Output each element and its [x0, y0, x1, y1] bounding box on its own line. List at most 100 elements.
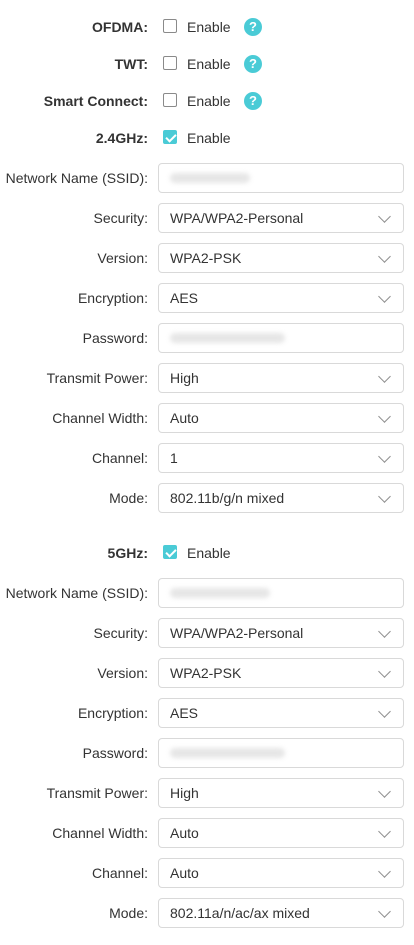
band5-enable-label[interactable]: Enable: [187, 538, 231, 568]
band5-channel-row: Channel: Auto: [0, 858, 414, 888]
band24-password-redacted: [170, 333, 285, 343]
band24-enable-row: 2.4GHz: Enable: [0, 123, 414, 153]
band24-password-row: Password:: [0, 323, 414, 353]
band5-version-label: Version:: [97, 665, 148, 681]
band24-power-label: Transmit Power:: [46, 370, 148, 386]
band5-power-select[interactable]: High: [158, 778, 404, 808]
band24-encryption-value: AES: [170, 290, 199, 306]
band5-ssid-label: Network Name (SSID):: [5, 585, 148, 601]
band5-security-row: Security: WPA/WPA2-Personal: [0, 618, 414, 648]
smart-connect-enable-label[interactable]: Enable: [187, 86, 231, 116]
band5-ssid-row: Network Name (SSID):: [0, 578, 414, 608]
band24-encryption-select[interactable]: AES: [158, 283, 404, 313]
band5-mode-select[interactable]: 802.11a/n/ac/ax mixed: [158, 898, 404, 928]
band5-channel-label: Channel:: [91, 865, 148, 881]
band24-mode-row: Mode: 802.11b/g/n mixed: [0, 483, 414, 513]
band5-password-row: Password:: [0, 738, 414, 768]
chevron-down-icon: [378, 250, 391, 263]
band24-version-select[interactable]: WPA2-PSK: [158, 243, 404, 273]
band24-ssid-input[interactable]: [158, 163, 404, 193]
band24-channel-row: Channel: 1: [0, 443, 414, 473]
band24-mode-select[interactable]: 802.11b/g/n mixed: [158, 483, 404, 513]
chevron-down-icon: [378, 905, 391, 918]
band24-security-label: Security:: [93, 210, 148, 226]
band5-password-redacted: [170, 748, 285, 758]
band24-ssid-redacted: [170, 173, 250, 183]
twt-label: TWT:: [114, 56, 148, 72]
band24-security-select[interactable]: WPA/WPA2-Personal: [158, 203, 404, 233]
band24-ssid-label: Network Name (SSID):: [5, 170, 148, 186]
smart-connect-checkbox[interactable]: [163, 93, 177, 107]
band5-ssid-redacted: [170, 588, 270, 598]
band5-mode-value: 802.11a/n/ac/ax mixed: [170, 905, 310, 921]
band24-security-row: Security: WPA/WPA2-Personal: [0, 203, 414, 233]
chevron-down-icon: [378, 625, 391, 638]
chevron-down-icon: [378, 410, 391, 423]
band24-power-value: High: [170, 370, 199, 386]
twt-enable-label[interactable]: Enable: [187, 49, 231, 79]
band24-power-select[interactable]: High: [158, 363, 404, 393]
chevron-down-icon: [378, 865, 391, 878]
band24-width-value: Auto: [170, 410, 199, 426]
chevron-down-icon: [378, 785, 391, 798]
chevron-down-icon: [378, 450, 391, 463]
ofdma-label: OFDMA:: [92, 19, 148, 35]
chevron-down-icon: [378, 210, 391, 223]
band24-ssid-row: Network Name (SSID):: [0, 163, 414, 193]
band24-encryption-row: Encryption: AES: [0, 283, 414, 313]
band24-encryption-label: Encryption:: [77, 290, 148, 306]
band24-enable-label[interactable]: Enable: [187, 123, 231, 153]
band24-channel-select[interactable]: 1: [158, 443, 404, 473]
band5-ssid-input[interactable]: [158, 578, 404, 608]
band5-label: 5GHz:: [107, 545, 148, 561]
ofdma-help-icon[interactable]: ?: [244, 18, 262, 36]
twt-row: TWT: Enable ?: [0, 49, 414, 79]
band5-password-label: Password:: [82, 745, 148, 761]
chevron-down-icon: [378, 705, 391, 718]
chevron-down-icon: [378, 665, 391, 678]
band5-security-select[interactable]: WPA/WPA2-Personal: [158, 618, 404, 648]
band24-version-row: Version: WPA2-PSK: [0, 243, 414, 273]
band24-power-row: Transmit Power: High: [0, 363, 414, 393]
band24-channel-value: 1: [170, 450, 178, 466]
band5-width-select[interactable]: Auto: [158, 818, 404, 848]
band5-security-value: WPA/WPA2-Personal: [170, 625, 304, 641]
band24-password-input[interactable]: [158, 323, 404, 353]
band5-encryption-row: Encryption: AES: [0, 698, 414, 728]
ofdma-enable-label[interactable]: Enable: [187, 12, 231, 42]
band24-mode-value: 802.11b/g/n mixed: [170, 490, 285, 506]
band5-enable-row: 5GHz: Enable: [0, 538, 414, 568]
band5-channel-select[interactable]: Auto: [158, 858, 404, 888]
band5-power-value: High: [170, 785, 199, 801]
band5-version-row: Version: WPA2-PSK: [0, 658, 414, 688]
band5-encryption-label: Encryption:: [77, 705, 148, 721]
smart-connect-label: Smart Connect:: [43, 93, 148, 109]
band5-power-row: Transmit Power: High: [0, 778, 414, 808]
band5-width-row: Channel Width: Auto: [0, 818, 414, 848]
chevron-down-icon: [378, 370, 391, 383]
smart-connect-help-icon[interactable]: ?: [244, 92, 262, 110]
band5-encryption-select[interactable]: AES: [158, 698, 404, 728]
band5-password-input[interactable]: [158, 738, 404, 768]
band5-encryption-value: AES: [170, 705, 199, 721]
band24-security-value: WPA/WPA2-Personal: [170, 210, 304, 226]
twt-help-icon[interactable]: ?: [244, 55, 262, 73]
band24-enable-checkbox[interactable]: [163, 130, 177, 144]
band5-mode-row: Mode: 802.11a/n/ac/ax mixed: [0, 898, 414, 928]
band24-label: 2.4GHz:: [95, 130, 148, 146]
band5-width-value: Auto: [170, 825, 199, 841]
band24-width-label: Channel Width:: [52, 410, 148, 426]
ofdma-checkbox[interactable]: [163, 19, 177, 33]
band5-enable-checkbox[interactable]: [163, 545, 177, 559]
band5-channel-value: Auto: [170, 865, 199, 881]
ofdma-row: OFDMA: Enable ?: [0, 12, 414, 42]
band24-width-select[interactable]: Auto: [158, 403, 404, 433]
band5-width-label: Channel Width:: [52, 825, 148, 841]
band24-version-value: WPA2-PSK: [170, 250, 242, 266]
band5-power-label: Transmit Power:: [46, 785, 148, 801]
twt-checkbox[interactable]: [163, 56, 177, 70]
smart-connect-row: Smart Connect: Enable ?: [0, 86, 414, 116]
chevron-down-icon: [378, 290, 391, 303]
band5-version-select[interactable]: WPA2-PSK: [158, 658, 404, 688]
band5-version-value: WPA2-PSK: [170, 665, 242, 681]
